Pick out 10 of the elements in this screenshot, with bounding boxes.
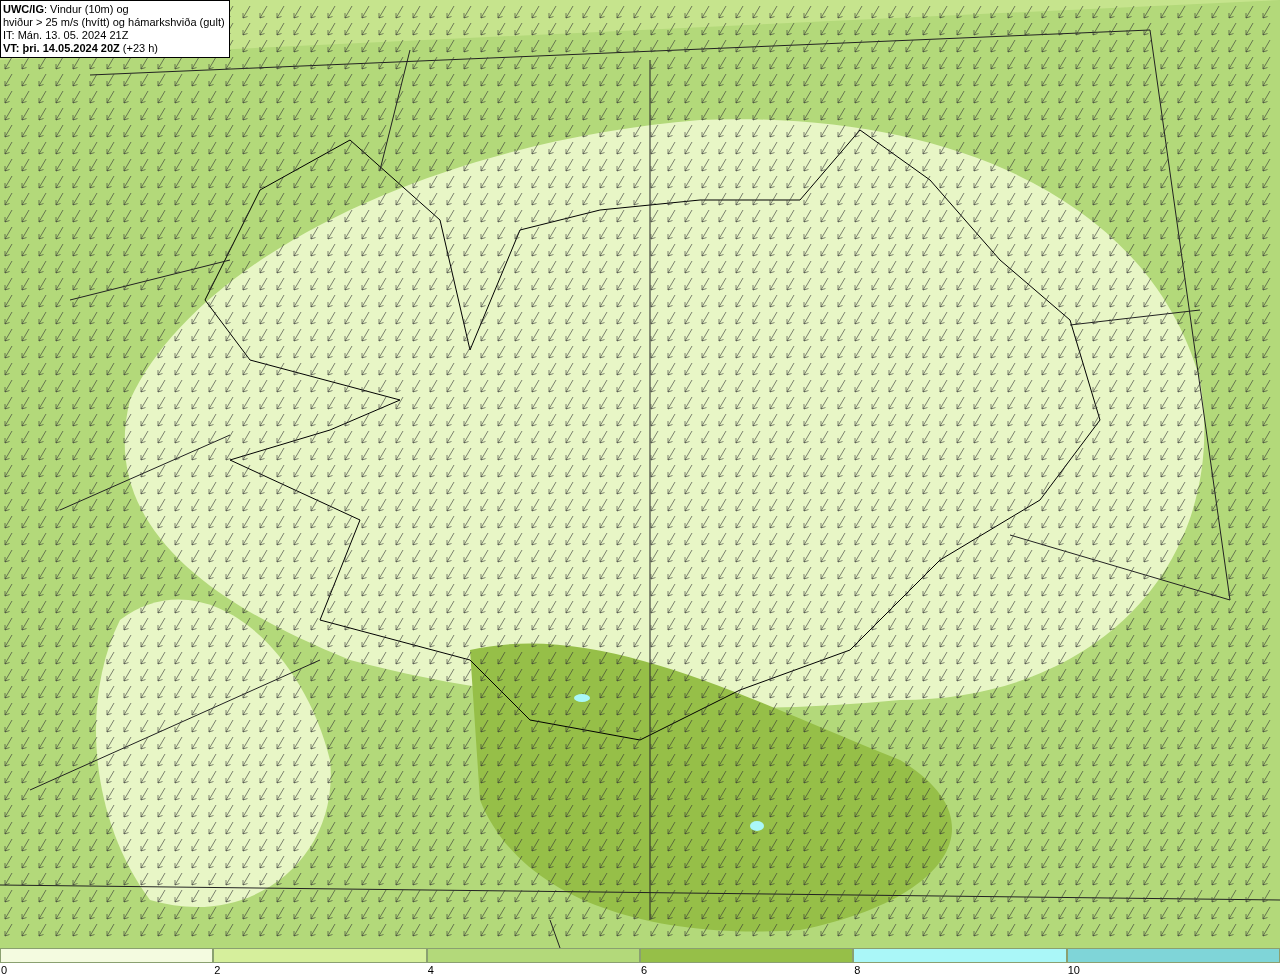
map-info-text: IT: Mán. 13. 05. 2024 21Z	[3, 29, 130, 42]
scale-tick-label: 10	[1066, 963, 1080, 977]
map-info-text: VT: þri. 14.05.2024 20Z (+23 h)	[3, 42, 159, 55]
scale-tick-label: 4	[426, 963, 434, 977]
map-info-text: hviður > 25 m/s (hvítt) og hámarkshviða (gult)	[3, 16, 225, 29]
scale-tick-label: 0	[0, 963, 8, 977]
scale-tick-label: 2	[213, 963, 221, 977]
map-info-text: UWC/IG: Vindur (10m) og	[3, 3, 130, 16]
scale-tick-label: 8	[853, 963, 861, 977]
scale-tick-label: 6	[640, 963, 648, 977]
